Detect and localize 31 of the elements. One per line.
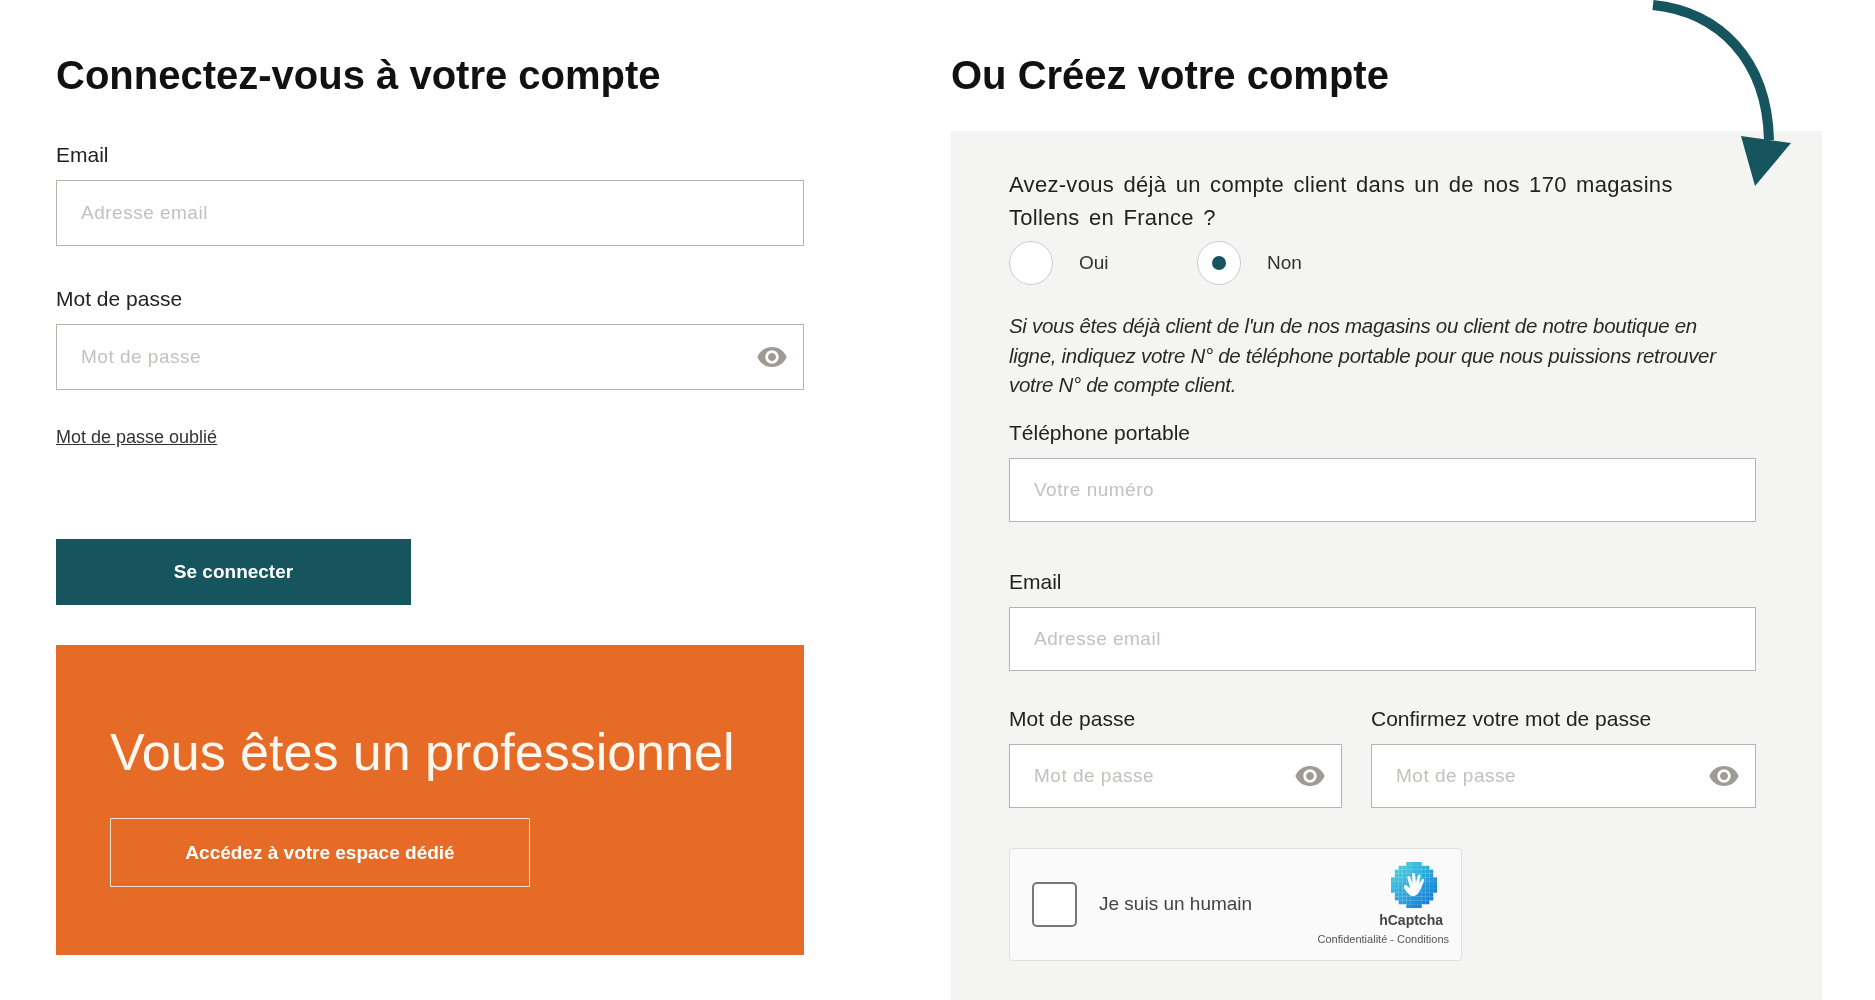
login-title: Connectez-vous à votre compte <box>56 52 662 98</box>
radio-label: Oui <box>1079 252 1109 274</box>
radio-label: Non <box>1267 252 1302 274</box>
field-label: Email <box>56 142 110 168</box>
eye-icon[interactable] <box>1709 765 1739 786</box>
eye-icon[interactable] <box>757 347 787 367</box>
login-button[interactable]: Se connecter <box>56 539 411 605</box>
captcha-legal-text[interactable]: Confidentialité - Conditions <box>1317 932 1449 946</box>
password-field[interactable]: Mot de passe <box>1371 743 1756 808</box>
banner-title: Vous êtes un professionnel <box>110 722 735 782</box>
email-field[interactable]: Adresse email <box>1009 606 1756 671</box>
captcha-checkbox[interactable] <box>1032 881 1077 927</box>
password-field[interactable]: Mot de passe <box>1009 743 1342 808</box>
password-field[interactable]: Mot de passe <box>56 324 804 390</box>
phone-field[interactable]: Votre numéro <box>1009 457 1756 522</box>
signup-title: Ou Créez votre compte <box>951 52 1390 98</box>
radio-button[interactable] <box>1197 241 1241 285</box>
account-question: Avez-vous déjà un compte client dans un de nos 170 magasins Tollens en France ? <box>1009 171 1674 232</box>
field-label: Téléphone portable <box>1009 419 1191 446</box>
field-label: Mot de passe <box>56 286 184 312</box>
email-field[interactable]: Adresse email <box>56 180 804 246</box>
hand-logo-icon <box>1391 862 1437 908</box>
captcha-label: Je suis un humain <box>1099 893 1253 915</box>
field-label: Email <box>1009 568 1063 595</box>
radio-button[interactable] <box>1009 241 1053 285</box>
info-note: Si vous êtes déjà client de l'un de nos magasins ou client de notre boutique en ligne, indiquez votre N° de téléphone portable pour que nous puissions retrouver votre N° de compte client. <box>1009 313 1718 398</box>
forgot-password-link[interactable]: Mot de passe oublié <box>56 426 218 448</box>
field-label: Confirmez votre mot de passe <box>1371 705 1653 732</box>
field-label: Mot de passe <box>1009 705 1137 732</box>
eye-icon[interactable] <box>1295 765 1325 786</box>
captcha-brand-text: hCaptcha <box>1379 912 1443 929</box>
